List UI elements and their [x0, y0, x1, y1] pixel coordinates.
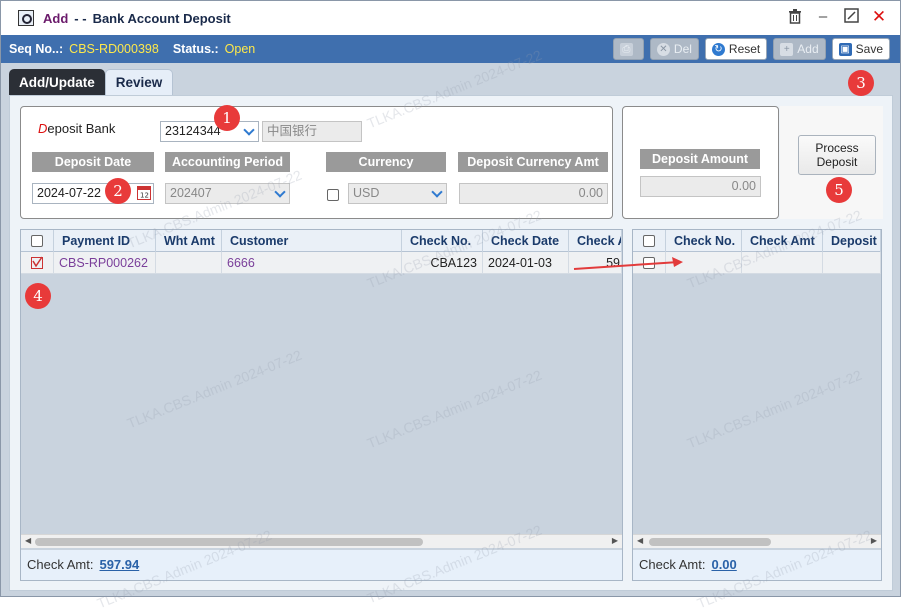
select-all-checkbox[interactable] [643, 235, 655, 247]
table-row[interactable]: CBS-RP000262 6666 CBA123 2024-01-03 59 [21, 252, 622, 274]
horizontal-scrollbar[interactable]: ◀ ▶ [633, 534, 881, 548]
title-mode: Add [43, 10, 69, 26]
save-icon: ▣ [838, 42, 852, 56]
deposit-amount-group: Deposit Amount 0.00 [622, 106, 779, 219]
scroll-thumb[interactable] [649, 538, 771, 546]
deposit-form-group: Deposit Bank 23124344 中国银行 Deposit Date … [20, 106, 613, 219]
scroll-thumb[interactable] [35, 538, 423, 546]
payment-grid-footer: Check Amt: 597.94 [21, 550, 622, 580]
callout-badge-2: 2 [105, 178, 131, 204]
scroll-left-icon[interactable]: ◀ [637, 536, 643, 545]
window: Add - - Bank Account Deposit – ✕ Seq No.… [0, 0, 901, 611]
bank-name-field: 中国银行 [262, 121, 362, 142]
select-all-checkbox[interactable] [31, 235, 43, 247]
deposit-check-grid-footer: Check Amt: 0.00 [633, 550, 881, 580]
trash-icon[interactable] [786, 8, 804, 26]
check-amt-label: Check Amt: [639, 557, 706, 572]
deposit-date-field[interactable]: 2024-07-22 [32, 183, 154, 204]
column-header[interactable]: Payment ID [54, 230, 156, 252]
bank-code-select[interactable]: 23124344 [160, 121, 259, 142]
deposit-currency-amt-field: 0.00 [459, 183, 608, 204]
check-no-cell: CBA123 [402, 252, 483, 274]
accounting-period-select[interactable]: 202407 [165, 183, 290, 204]
scroll-left-icon[interactable]: ◀ [25, 536, 31, 545]
save-button[interactable]: ▣ Save [831, 38, 890, 60]
status-value: Open [224, 42, 256, 56]
currency-checkbox[interactable] [327, 189, 339, 201]
horizontal-scrollbar[interactable]: ◀ ▶ [21, 534, 622, 548]
info-bar: Seq No..: CBS-RD000398 Status.: Open ⎙ ✕… [1, 35, 900, 63]
title-separator: - - [74, 10, 87, 26]
select-all-cell [21, 230, 54, 252]
seq-label: Seq No..: [9, 42, 64, 56]
deposit-bank-label: Deposit Bank [38, 121, 116, 136]
deposit-check-grid: Check No. Check Amt Deposit I ◀ ▶ Check … [632, 229, 882, 581]
payment-id-cell[interactable]: CBS-RP000262 [54, 252, 156, 274]
window-title: Bank Account Deposit [92, 10, 231, 26]
callout-badge-5: 5 [826, 177, 852, 203]
currency-select[interactable]: USD [348, 183, 447, 204]
minimize-icon[interactable]: – [814, 8, 832, 26]
chevron-down-icon[interactable] [243, 125, 255, 137]
column-header[interactable]: Deposit I [823, 230, 881, 252]
column-header[interactable]: Customer [222, 230, 402, 252]
check-amt-total[interactable]: 597.94 [99, 557, 139, 572]
add-button[interactable]: + Add [773, 38, 826, 60]
column-header[interactable]: Check No. [666, 230, 742, 252]
check-amt-total[interactable]: 0.00 [711, 557, 736, 572]
tab-add-update[interactable]: Add/Update [9, 69, 105, 95]
scroll-right-icon[interactable]: ▶ [612, 536, 618, 545]
check-amt-label: Check Amt: [27, 557, 94, 572]
status-label: Status.: [172, 42, 219, 56]
column-header[interactable]: Wht Amt [156, 230, 222, 252]
reset-button[interactable]: ↻ Reset [704, 38, 768, 60]
add-doc-icon: + [780, 42, 794, 56]
column-header[interactable]: Check No. [402, 230, 483, 252]
close-icon[interactable]: ✕ [870, 8, 888, 26]
maximize-icon[interactable] [842, 8, 860, 26]
deposit-amount-field: 0.00 [640, 176, 761, 197]
check-amt-cell [742, 252, 823, 274]
tab-bar: Add/Update Review [9, 69, 174, 95]
callout-badge-3: 3 [848, 70, 874, 96]
reset-icon: ↻ [711, 42, 725, 56]
process-deposit-button[interactable]: Process Deposit [798, 135, 876, 175]
currency-label: Currency [326, 152, 446, 172]
delete-icon: ✕ [656, 42, 670, 56]
column-header[interactable]: Check A [569, 230, 622, 252]
print-button[interactable]: ⎙ [612, 38, 644, 60]
select-all-cell [633, 230, 666, 252]
row-checkbox-cell [21, 252, 54, 274]
tab-review[interactable]: Review [104, 69, 174, 95]
content-panel: Deposit Bank 23124344 中国银行 Deposit Date … [9, 95, 893, 591]
payment-grid: Payment ID Wht Amt Customer Check No. Ch… [20, 229, 623, 581]
deposit-amount-label: Deposit Amount [640, 149, 760, 169]
column-header[interactable]: Check Date [483, 230, 569, 252]
title-bar: Add - - Bank Account Deposit – ✕ [1, 1, 900, 35]
search-form-icon [18, 10, 34, 26]
chevron-down-icon[interactable] [431, 187, 443, 199]
annotation-arrow [573, 257, 683, 270]
callout-badge-4: 4 [25, 283, 51, 309]
printer-icon: ⎙ [619, 42, 633, 56]
toolbar: ⎙ ✕ Del ↻ Reset + Add ▣ Save [612, 38, 890, 60]
column-header[interactable]: Check Amt [742, 230, 823, 252]
deposit-currency-amt-label: Deposit Currency Amt [458, 152, 608, 172]
payment-grid-header: Payment ID Wht Amt Customer Check No. Ch… [21, 230, 622, 252]
wht-amt-cell [156, 252, 222, 274]
svg-text:12: 12 [140, 192, 149, 200]
check-mark-icon[interactable] [31, 256, 43, 269]
scroll-right-icon[interactable]: ▶ [871, 536, 877, 545]
check-date-cell: 2024-01-03 [483, 252, 569, 274]
callout-badge-1: 1 [214, 105, 240, 131]
customer-cell[interactable]: 6666 [222, 252, 402, 274]
delete-button[interactable]: ✕ Del [649, 38, 699, 60]
deposit-date-label: Deposit Date [32, 152, 154, 172]
chevron-down-icon[interactable] [274, 187, 286, 199]
seq-value: CBS-RD000398 [69, 42, 159, 56]
accounting-period-label: Accounting Period [165, 152, 290, 172]
deposit-cell [823, 252, 881, 274]
deposit-check-grid-header: Check No. Check Amt Deposit I [633, 230, 881, 252]
calendar-icon[interactable]: 12 [137, 185, 151, 200]
